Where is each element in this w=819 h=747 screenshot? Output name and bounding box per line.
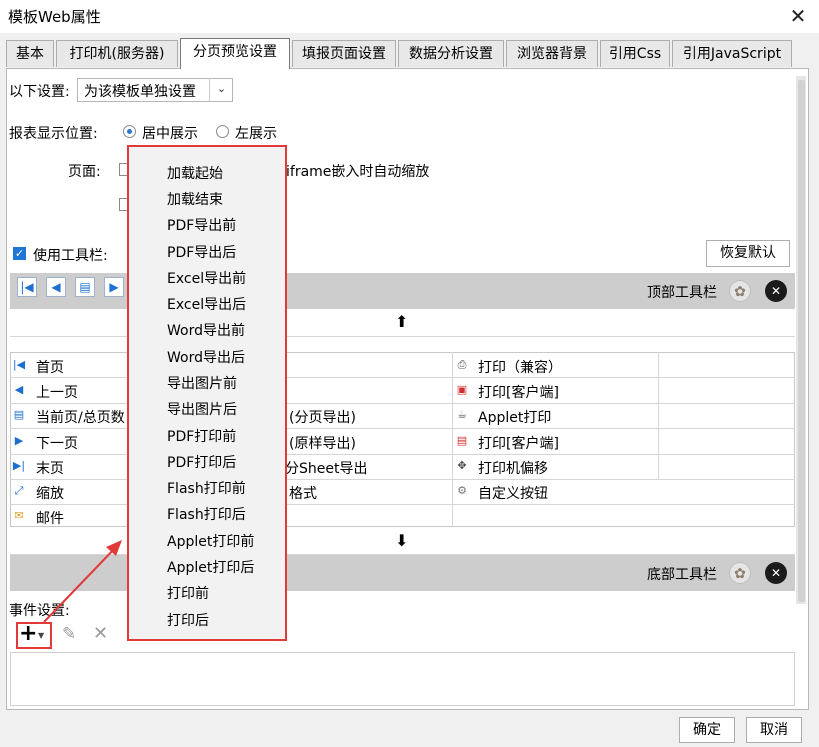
menu-item[interactable]: 导出图片前 <box>167 373 237 393</box>
annotation-arrow <box>43 540 122 623</box>
menu-item[interactable]: Applet打印前 <box>167 531 254 551</box>
menu-item[interactable]: 导出图片后 <box>167 399 237 419</box>
menu-item[interactable]: Excel导出前 <box>167 268 246 288</box>
cancel-button[interactable]: 取消 <box>746 717 802 743</box>
event-type-menu: 加载起始 加载结束 PDF导出前 PDF导出后 Excel导出前 Excel导出… <box>127 145 287 641</box>
menu-item[interactable]: Applet打印后 <box>167 557 254 577</box>
ok-button[interactable]: 确定 <box>679 717 735 743</box>
menu-item[interactable]: PDF导出后 <box>167 242 236 262</box>
menu-item[interactable]: Word导出前 <box>167 320 245 340</box>
menu-item[interactable]: 加载起始 <box>167 163 223 183</box>
menu-item[interactable]: PDF打印前 <box>167 426 236 446</box>
menu-item[interactable]: PDF导出前 <box>167 215 236 235</box>
menu-item[interactable]: Excel导出后 <box>167 294 246 314</box>
menu-item[interactable]: Flash打印后 <box>167 504 246 524</box>
menu-item[interactable]: 加载结束 <box>167 189 223 209</box>
menu-item[interactable]: 打印前 <box>167 583 209 603</box>
menu-item[interactable]: 打印后 <box>167 610 209 630</box>
menu-item[interactable]: Flash打印前 <box>167 478 246 498</box>
menu-item[interactable]: Word导出后 <box>167 347 245 367</box>
menu-item[interactable]: PDF打印后 <box>167 452 236 472</box>
